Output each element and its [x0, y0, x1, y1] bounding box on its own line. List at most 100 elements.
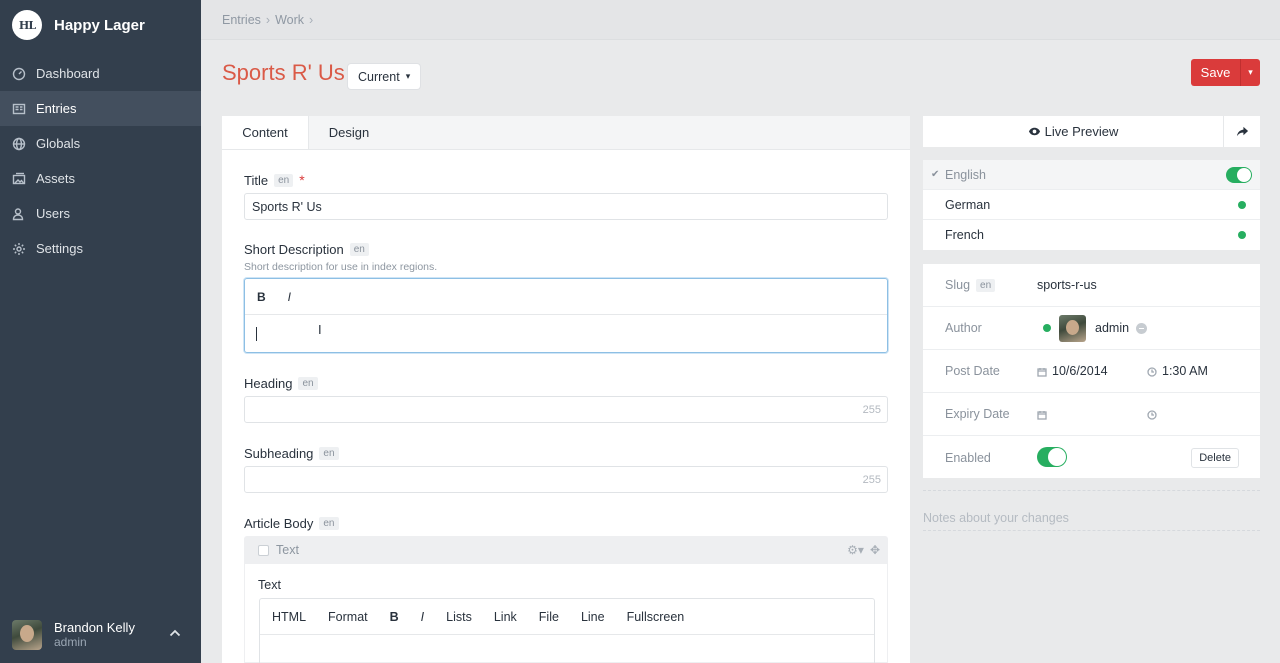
locale-item-german[interactable]: German	[923, 190, 1260, 220]
site-name: Happy Lager	[54, 16, 145, 34]
italic-button[interactable]: I	[288, 290, 291, 304]
entries-icon	[12, 102, 26, 116]
file-button[interactable]: File	[539, 610, 559, 624]
breadcrumb-separator-icon: ›	[309, 12, 314, 27]
author-select[interactable]: admin	[1043, 314, 1148, 342]
editor-toolbar: B I	[245, 279, 887, 315]
save-button-group: Save ▾	[1191, 59, 1260, 86]
locale-list: ✔ English German French	[923, 160, 1260, 250]
share-icon	[1236, 126, 1248, 137]
calendar-icon	[1037, 409, 1047, 420]
author-name: admin	[1095, 321, 1130, 335]
heading-input[interactable]: 255	[244, 396, 888, 423]
field-label: Heading	[244, 376, 293, 391]
nav-item-entries[interactable]: Entries	[0, 91, 201, 126]
tab-content[interactable]: Content	[222, 116, 309, 149]
nav-item-dashboard[interactable]: Dashboard	[0, 56, 201, 91]
breadcrumb: Entries › Work ›	[201, 0, 1280, 40]
post-time-input[interactable]: 1:30 AM	[1147, 364, 1208, 378]
bold-button[interactable]: B	[257, 290, 266, 304]
meta-row-expiry-date: Expiry Date	[923, 393, 1260, 436]
locale-item-english[interactable]: ✔ English	[923, 160, 1260, 190]
calendar-icon	[1037, 366, 1047, 377]
title-input[interactable]: Sports R' Us	[244, 193, 888, 220]
nav-item-assets[interactable]: Assets	[0, 161, 201, 196]
subheading-input[interactable]: 255	[244, 466, 888, 493]
tabs: Content Design	[222, 116, 910, 150]
line-button[interactable]: Line	[581, 610, 605, 624]
expiry-time-input[interactable]	[1147, 409, 1162, 420]
remove-icon[interactable]	[1136, 322, 1148, 334]
meta-row-author: Author admin	[923, 307, 1260, 350]
locale-name: French	[945, 228, 984, 242]
post-date-value: 10/6/2014	[1052, 364, 1108, 378]
live-preview-label: Live Preview	[1044, 124, 1119, 139]
title-value: Sports R' Us	[252, 199, 322, 214]
brand[interactable]: HL Happy Lager	[0, 0, 201, 50]
meta-row-slug: Slug en sports-r-us	[923, 264, 1260, 307]
fullscreen-button[interactable]: Fullscreen	[627, 610, 685, 624]
share-button[interactable]	[1224, 116, 1260, 147]
delete-button[interactable]: Delete	[1191, 447, 1239, 468]
breadcrumb-work[interactable]: Work	[275, 13, 304, 27]
locale-item-french[interactable]: French	[923, 220, 1260, 250]
bold-button[interactable]: B	[390, 610, 399, 624]
nav-item-settings[interactable]: Settings	[0, 231, 201, 266]
nav-item-users[interactable]: Users	[0, 196, 201, 231]
html-button[interactable]: HTML	[272, 610, 306, 624]
meta-label: Slug	[945, 278, 971, 292]
field-label: Short Description	[244, 242, 344, 257]
chevron-down-icon: ▾	[405, 71, 411, 81]
required-icon: *	[299, 172, 305, 188]
locale-enabled-toggle[interactable]	[1226, 167, 1252, 183]
notes-divider	[923, 530, 1260, 531]
dashboard-icon	[12, 67, 26, 81]
chevron-up-icon[interactable]	[169, 627, 181, 639]
post-date-input[interactable]: 10/6/2014	[1037, 364, 1108, 378]
chevron-down-icon: ▾	[1248, 67, 1253, 77]
nav-item-label: Globals	[36, 136, 81, 151]
short-description-editor[interactable]: B I I	[244, 278, 888, 353]
tab-design[interactable]: Design	[309, 116, 389, 149]
sidebar: HL Happy Lager Dashboard Entries Globals…	[0, 0, 201, 663]
field-short-description: Short Description en Short description f…	[244, 242, 888, 353]
meta-row-enabled: Enabled Delete	[923, 436, 1260, 479]
notes-field[interactable]: Notes about your changes	[923, 490, 1260, 525]
revision-label: Current	[358, 69, 400, 84]
main-area: Entries › Work › Sports R' Us Current ▾ …	[201, 0, 1280, 663]
status-dot-icon	[1043, 324, 1051, 332]
enabled-toggle[interactable]	[1037, 447, 1067, 467]
nav-item-globals[interactable]: Globals	[0, 126, 201, 161]
matrix-block-header: Text ⚙▾ ✥	[244, 536, 888, 564]
link-button[interactable]: Link	[494, 610, 517, 624]
meta-label: Enabled	[945, 450, 991, 465]
text-editor[interactable]: HTML Format B I Lists Link File Line Ful…	[259, 598, 875, 663]
matrix-block-body: Text HTML Format B I Lists Link File Lin…	[244, 564, 888, 663]
clock-icon	[1147, 409, 1157, 420]
user-role: admin	[54, 635, 87, 649]
gear-icon[interactable]: ⚙▾	[847, 543, 864, 557]
move-icon[interactable]: ✥	[870, 543, 880, 557]
italic-button[interactable]: I	[421, 610, 424, 624]
expiry-date-input[interactable]	[1037, 409, 1052, 420]
revision-menu-button[interactable]: Current ▾	[348, 64, 421, 89]
user-menu[interactable]: Brandon Kelly admin	[0, 607, 201, 663]
field-label: Subheading	[244, 446, 314, 461]
locale-badge: en	[319, 447, 339, 460]
save-menu-button[interactable]: ▾	[1240, 59, 1260, 86]
assets-icon	[12, 172, 26, 186]
meta-row-post-date: Post Date 10/6/2014 1:30 AM	[923, 350, 1260, 393]
locale-badge: en	[298, 377, 318, 390]
format-button[interactable]: Format	[328, 610, 368, 624]
breadcrumb-entries[interactable]: Entries	[222, 13, 261, 27]
slug-input[interactable]: sports-r-us	[1037, 278, 1097, 292]
lists-button[interactable]: Lists	[446, 610, 472, 624]
char-count: 255	[862, 473, 881, 486]
block-select-checkbox[interactable]	[258, 544, 269, 556]
live-preview-button[interactable]: Live Preview	[923, 116, 1224, 147]
block-type-label: Text	[276, 543, 299, 557]
page-title: Sports R' Us	[222, 60, 345, 85]
save-button[interactable]: Save	[1191, 59, 1240, 86]
nav-item-label: Users	[36, 206, 70, 221]
eye-icon	[1028, 127, 1040, 136]
